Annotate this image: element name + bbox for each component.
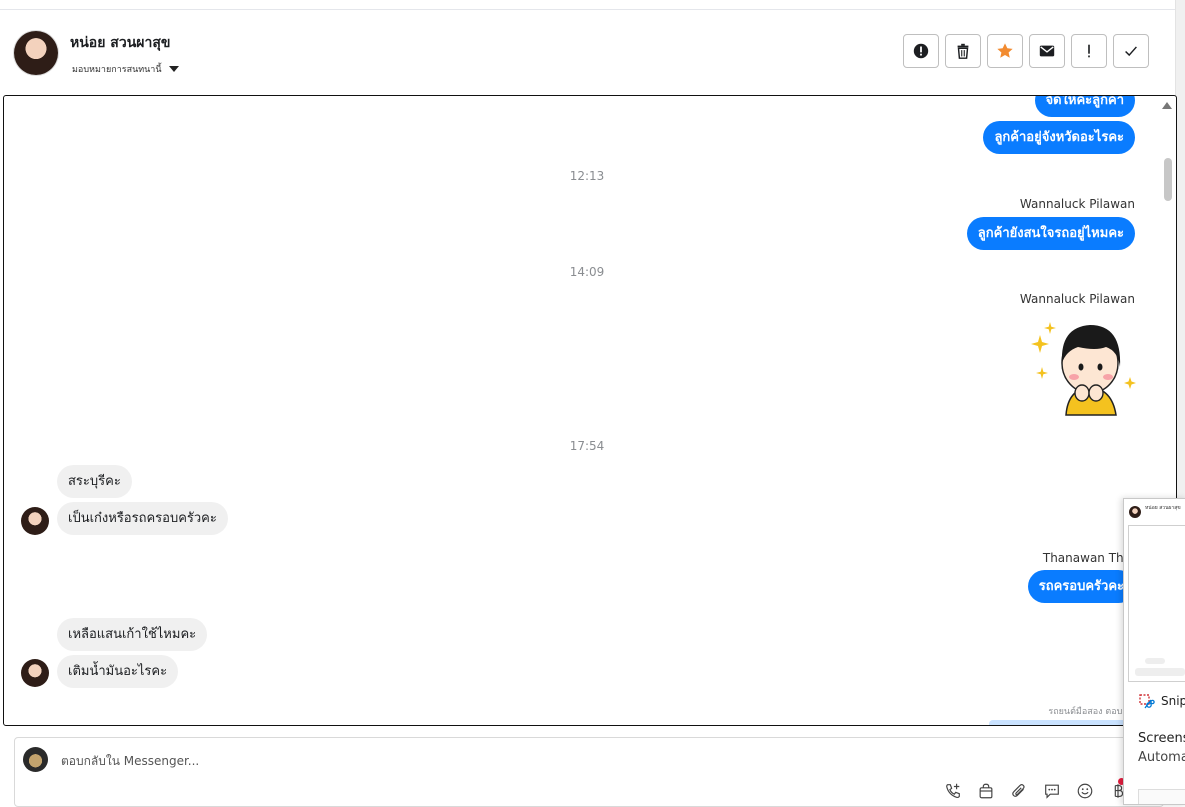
paperclip-icon: [1012, 784, 1025, 797]
screenshot-thumbnail[interactable]: [1128, 525, 1185, 682]
message-bubble-incoming[interactable]: เป็นเก๋งหรือรถครอบครัวคะ: [57, 502, 228, 535]
contact-avatar-small: [21, 507, 49, 535]
snip-tool-icon: [1139, 694, 1155, 709]
follow-up-button[interactable]: [1071, 34, 1107, 68]
screenshot-label: Screens: [1138, 731, 1185, 746]
emoji-button[interactable]: [1075, 781, 1095, 801]
smiley-icon: [1077, 783, 1093, 799]
chat-bubble-icon: [1045, 784, 1059, 799]
shopping-bag-icon: [979, 783, 993, 799]
reply-input[interactable]: [59, 749, 763, 773]
check-icon: [1125, 46, 1137, 57]
message-bubble-outgoing[interactable]: จัดให้ค่ะลูกค้า: [1034, 96, 1135, 117]
attach-button[interactable]: [1009, 781, 1029, 801]
preview-avatar: [1129, 506, 1141, 518]
mark-spam-button[interactable]: [903, 34, 939, 68]
reply-preview-bar: [989, 720, 1139, 725]
message-thread[interactable]: จัดให้ค่ะลูกค้า ลูกค้าอยู่จังหวัดอะไรคะ …: [3, 95, 1177, 726]
assign-label: มอบหมายการสนทนานี้: [72, 65, 162, 75]
screenshot-popup[interactable]: หน่อย สวนผาสุข Snip Screens Automa: [1123, 498, 1185, 805]
call-add-button[interactable]: [943, 781, 963, 801]
delete-button[interactable]: [945, 34, 981, 68]
message-timestamp: 14:09: [569, 265, 605, 279]
mark-unread-button[interactable]: [1029, 34, 1065, 68]
trash-icon: [957, 43, 969, 59]
assign-conversation-dropdown[interactable]: มอบหมายการสนทนานี้: [72, 62, 179, 76]
shop-button[interactable]: [976, 781, 996, 801]
message-bubble-incoming[interactable]: เติมน้ำมันอะไรคะ: [57, 655, 179, 688]
sticker-image[interactable]: [1026, 317, 1138, 417]
message-timestamp: 17:54: [569, 439, 605, 453]
message-composer: [14, 737, 1164, 807]
message-bubble-outgoing[interactable]: ลูกค้ายังสนใจรถอยู่ไหมคะ: [966, 217, 1135, 250]
exclamation-icon: [1088, 44, 1090, 58]
popup-bottom-panel: [1138, 789, 1185, 804]
phone-plus-icon: [946, 783, 960, 798]
star-icon: [997, 43, 1013, 58]
message-bubble-incoming[interactable]: เหลือแสนเก้าใช้ไหมคะ: [57, 618, 208, 651]
contact-avatar-small: [21, 659, 49, 687]
preview-bubble: [1135, 668, 1185, 676]
snip-label: Snip: [1161, 694, 1185, 708]
preview-title: หน่อย สวนผาสุข: [1145, 505, 1181, 511]
sender-name: Wannaluck Pilawan: [1019, 197, 1135, 211]
page-avatar: [23, 747, 48, 772]
caret-down-icon: [168, 66, 179, 72]
message-timestamp: 12:13: [569, 169, 605, 183]
sender-name: Thanawan Tho: [1042, 551, 1131, 565]
automatic-label: Automa: [1138, 750, 1185, 765]
top-strip: [0, 0, 1175, 10]
preview-bubble: [1145, 658, 1165, 664]
contact-name: หน่อย สวนผาสุข: [70, 35, 171, 51]
star-button[interactable]: [987, 34, 1023, 68]
saved-replies-button[interactable]: [1042, 781, 1062, 801]
header-toolbar: [903, 34, 1149, 68]
envelope-icon: [1039, 45, 1055, 57]
mark-done-button[interactable]: [1113, 34, 1149, 68]
message-bubble-incoming[interactable]: สระบุรีคะ: [57, 465, 132, 498]
sender-name: Wannaluck Pilawan: [1019, 292, 1135, 306]
alert-circle-icon: [913, 43, 929, 59]
conversation-header: หน่อย สวนผาสุข มอบหมายการสนทนานี้: [0, 10, 1175, 94]
composer-toolbar: [943, 781, 1128, 801]
contact-avatar[interactable]: [14, 31, 58, 75]
message-bubble-outgoing[interactable]: รถครอบครัวคะ: [1027, 570, 1135, 603]
message-bubble-outgoing[interactable]: ลูกค้าอยู่จังหวัดอะไรคะ: [983, 121, 1135, 154]
scroll-up-arrow-icon[interactable]: [1162, 102, 1172, 109]
